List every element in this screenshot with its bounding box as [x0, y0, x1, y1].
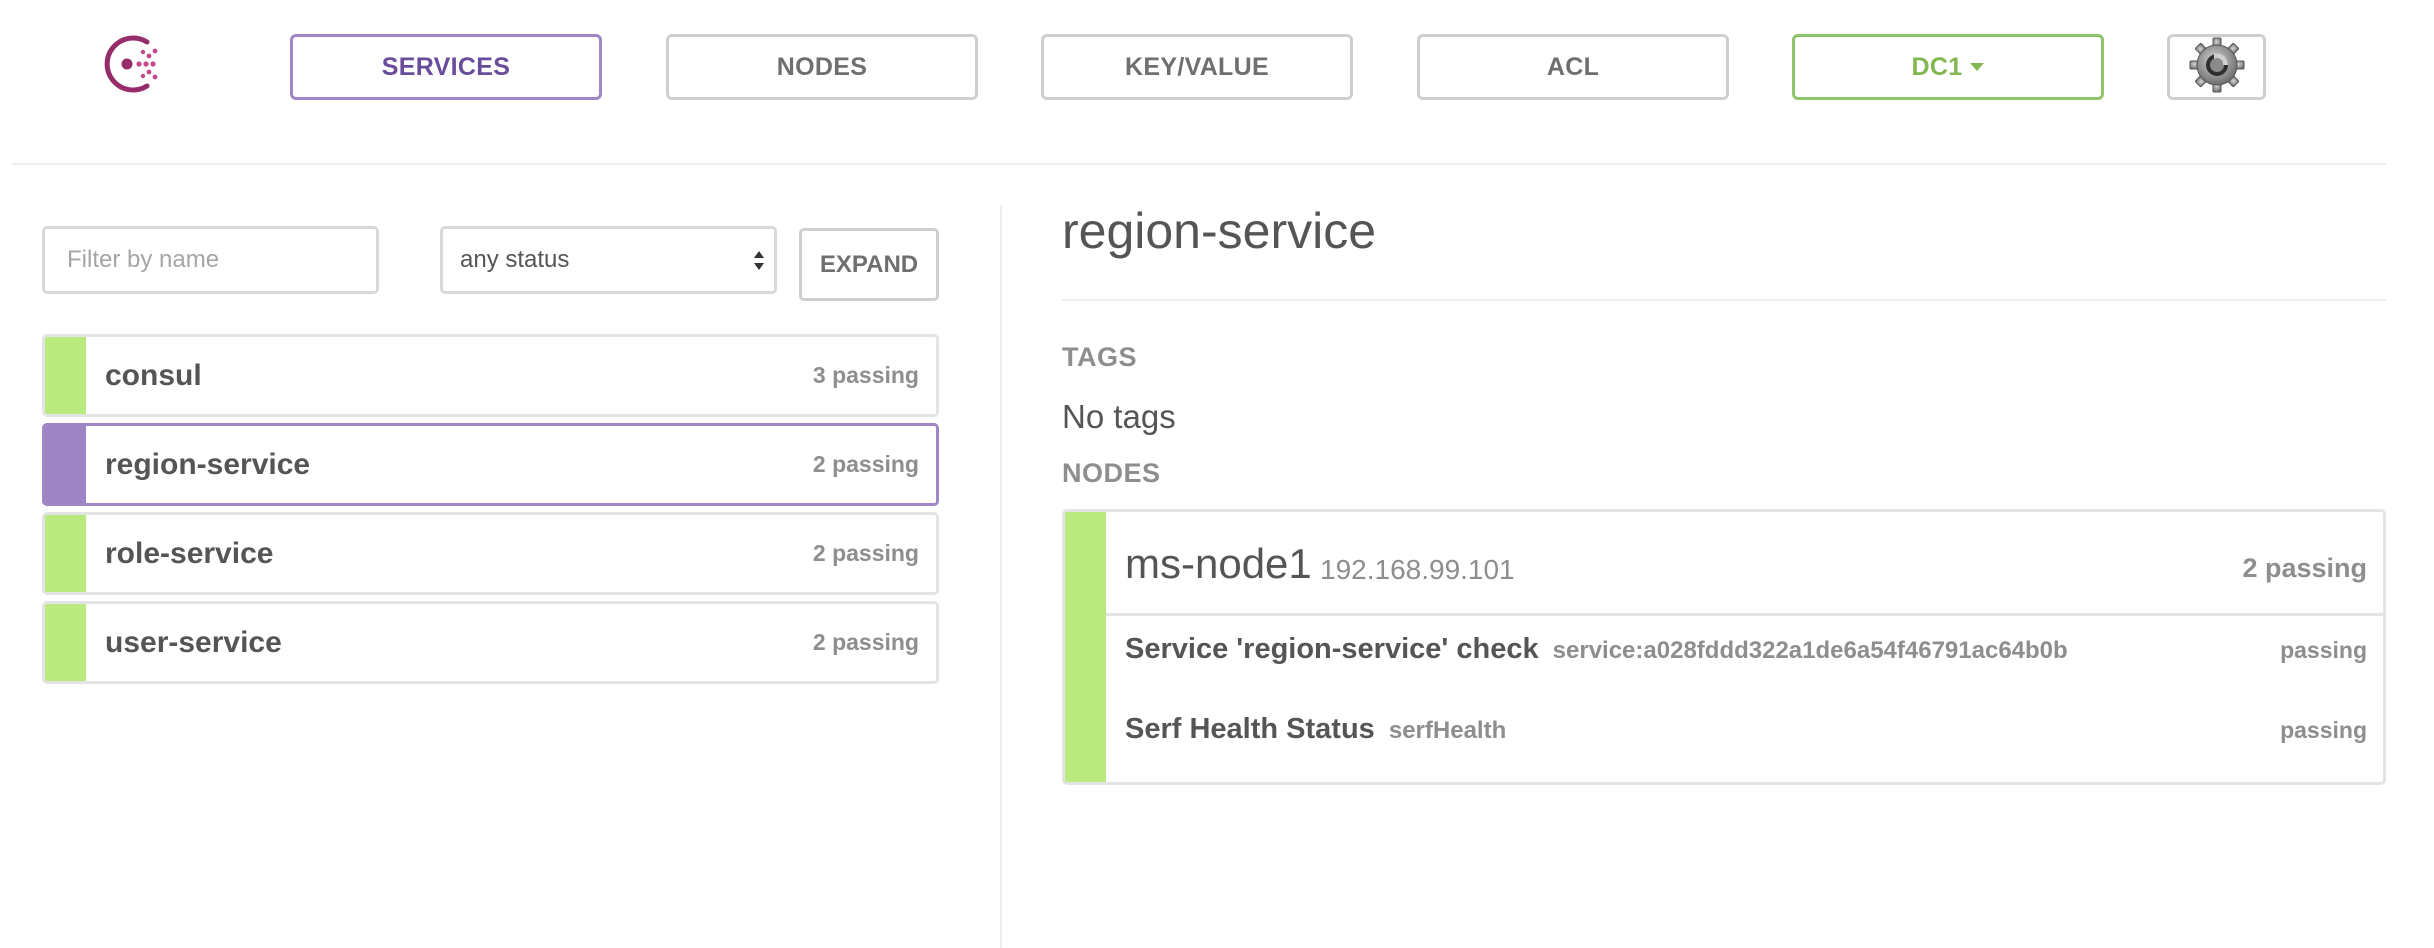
- service-item-role-service[interactable]: role-service 2 passing: [42, 512, 939, 595]
- service-status: 3 passing: [812, 362, 919, 388]
- nav-nodes-button[interactable]: NODES: [666, 34, 978, 100]
- column-divider: [1000, 205, 1002, 948]
- nav-services-button[interactable]: SERVICES: [290, 34, 602, 100]
- nav-acl-button[interactable]: ACL: [1417, 34, 1729, 100]
- tags-value: No tags: [1062, 398, 1176, 435]
- top-nav: SERVICES NODES KEY/VALUE ACL DC1: [0, 0, 2434, 165]
- service-name: region-service: [105, 447, 311, 481]
- caret-down-icon: [1970, 63, 1985, 71]
- service-item-region-service[interactable]: region-service 2 passing: [42, 423, 939, 506]
- status-indicator: [45, 426, 86, 503]
- check-name: Service 'region-service' check: [1125, 633, 1539, 665]
- service-name: role-service: [105, 536, 274, 570]
- nav-key-value-button[interactable]: KEY/VALUE: [1041, 34, 1353, 100]
- status-indicator: [45, 515, 86, 592]
- service-name: user-service: [105, 625, 282, 659]
- tags-heading: TAGS: [1062, 342, 1137, 372]
- settings-button[interactable]: [2167, 34, 2266, 100]
- service-status: 2 passing: [812, 540, 919, 566]
- service-name: consul: [105, 358, 202, 392]
- filter-by-name-input[interactable]: [42, 226, 379, 294]
- node-status: 2 passing: [2242, 553, 2367, 583]
- check-status: passing: [2280, 717, 2367, 743]
- node-header[interactable]: ms-node1 192.168.99.101 2 passing: [1106, 512, 2383, 616]
- expand-label: EXPAND: [819, 250, 919, 278]
- service-detail-title: region-service: [1062, 203, 1377, 259]
- consul-logo-icon[interactable]: [101, 32, 165, 96]
- service-status: 2 passing: [812, 451, 919, 477]
- service-item-consul[interactable]: consul 3 passing: [42, 334, 939, 417]
- check-name: Serf Health Status: [1125, 713, 1375, 745]
- node-status-indicator: [1065, 512, 1106, 782]
- nodes-heading: NODES: [1062, 458, 1161, 488]
- service-list: consul 3 passing region-service 2 passin…: [42, 334, 939, 690]
- status-indicator: [45, 604, 86, 681]
- expand-button[interactable]: EXPAND: [799, 228, 939, 301]
- select-arrows-icon: [754, 251, 764, 273]
- nav-services-label: SERVICES: [381, 52, 511, 81]
- check-status: passing: [2280, 637, 2367, 663]
- service-item-user-service[interactable]: user-service 2 passing: [42, 601, 939, 684]
- datacenter-label: DC1: [1911, 52, 1963, 81]
- node-name: ms-node1: [1125, 540, 1312, 587]
- service-status: 2 passing: [812, 629, 919, 655]
- check-id: service:a028fddd322a1de6a54f46791ac64b0b: [1552, 637, 2068, 664]
- health-check-row: Serf Health Status serfHealth passing: [1106, 699, 2383, 779]
- check-id: serfHealth: [1388, 717, 1507, 744]
- health-check-row: Service 'region-service' check service:a…: [1106, 619, 2383, 699]
- datacenter-dropdown[interactable]: DC1: [1792, 34, 2104, 100]
- title-divider: [1062, 299, 2386, 301]
- status-indicator: [45, 337, 86, 414]
- status-filter-select[interactable]: any status: [440, 226, 777, 294]
- node-ip: 192.168.99.101: [1320, 554, 1515, 585]
- status-filter-value: any status: [460, 246, 570, 273]
- header-divider: [12, 163, 2386, 165]
- nav-acl-label: ACL: [1546, 52, 1600, 81]
- gear-icon: [2187, 37, 2247, 98]
- node-card: ms-node1 192.168.99.101 2 passing Servic…: [1062, 509, 2386, 785]
- nav-key-value-label: KEY/VALUE: [1125, 52, 1269, 81]
- nav-nodes-label: NODES: [776, 52, 868, 81]
